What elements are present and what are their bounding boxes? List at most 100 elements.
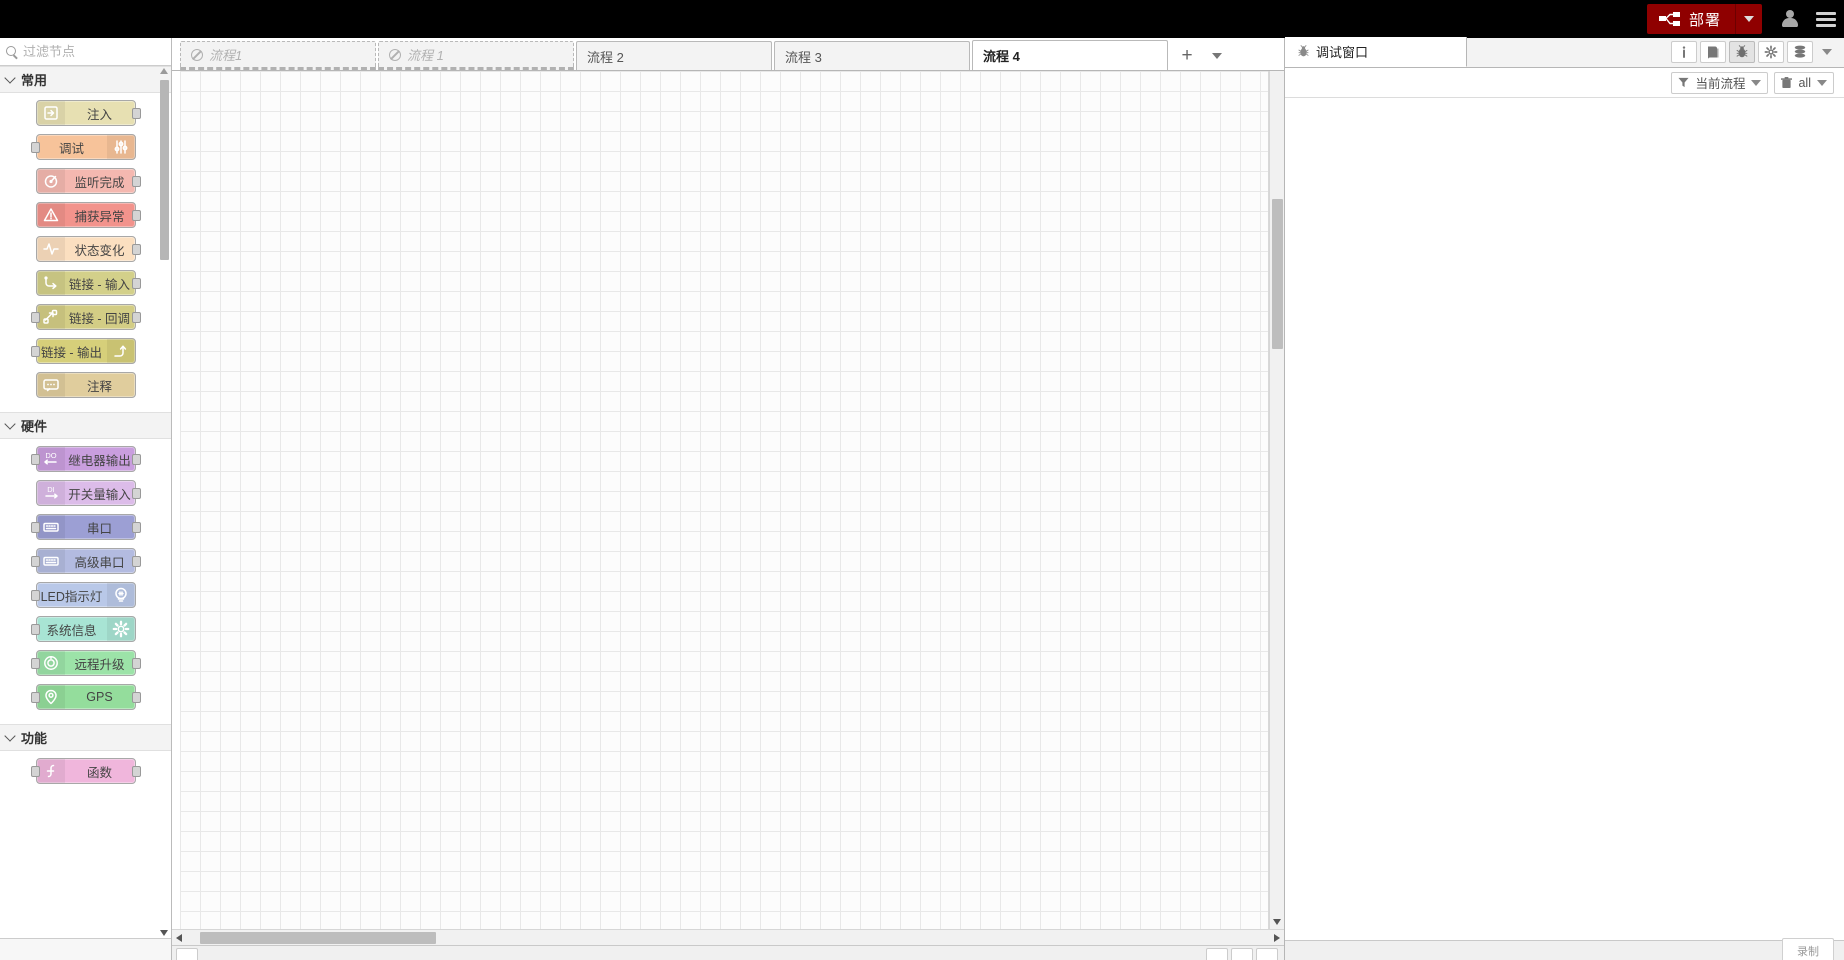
link-call-icon	[36, 305, 65, 329]
scroll-right-icon[interactable]	[1274, 933, 1280, 942]
palette-category-header[interactable]: 硬件	[0, 412, 171, 439]
palette-node-label: 链接 - 输出	[40, 345, 103, 360]
canvas-horizontal-scrollbar[interactable]	[172, 929, 1284, 945]
palette-node[interactable]: 状态变化	[35, 236, 141, 262]
scroll-down-icon[interactable]	[160, 930, 168, 936]
user-menu-button[interactable]	[1772, 0, 1808, 38]
navigator-toggle-button[interactable]	[176, 948, 198, 960]
function-icon	[36, 759, 65, 783]
deploy-button[interactable]: 部署	[1646, 4, 1762, 34]
flow-tab[interactable]: 流程1	[180, 41, 376, 70]
canvas-vscroll-thumb[interactable]	[1272, 199, 1283, 349]
debug-message-list[interactable]	[1285, 99, 1844, 940]
add-flow-button[interactable]: +	[1170, 41, 1204, 70]
flow-tab-label: 流程 3	[785, 49, 822, 65]
palette-node[interactable]: 链接 - 输入	[35, 270, 141, 296]
canvas-hscroll-thumb[interactable]	[200, 931, 436, 944]
deploy-main-action[interactable]: 部署	[1647, 4, 1736, 34]
node-input-port[interactable]	[30, 624, 40, 635]
flow-tab[interactable]: 流程 2	[576, 41, 772, 70]
node-input-port[interactable]	[30, 522, 40, 533]
node-input-port[interactable]	[30, 142, 40, 153]
zoom-out-button[interactable]	[1206, 948, 1228, 960]
scroll-up-icon[interactable]	[160, 68, 168, 74]
flow-tab[interactable]: 流程 4	[972, 40, 1168, 70]
node-output-port[interactable]	[131, 522, 141, 533]
node-input-port[interactable]	[30, 692, 40, 703]
debug-scope-selector[interactable]: 当前流程	[1671, 71, 1769, 94]
context-data-button[interactable]	[1787, 41, 1813, 63]
palette-node[interactable]: 高级串口	[30, 548, 141, 574]
palette-node[interactable]: 监听完成	[35, 168, 141, 194]
palette-category-header[interactable]: 功能	[0, 724, 171, 751]
node-output-port[interactable]	[131, 454, 141, 465]
node-output-port[interactable]	[131, 766, 141, 777]
palette-node[interactable]: DI 开关量输入	[35, 480, 141, 506]
palette-node[interactable]: 系统信息	[30, 616, 136, 642]
palette-category-label: 功能	[21, 731, 48, 746]
node-output-port[interactable]	[131, 556, 141, 567]
chevron-down-icon	[4, 418, 16, 430]
canvas-hscroll-track[interactable]	[182, 931, 1274, 944]
palette-node[interactable]: 注释	[35, 372, 136, 398]
palette-node[interactable]: 捕获异常	[35, 202, 141, 228]
canvas-container	[172, 71, 1284, 960]
node-output-port[interactable]	[131, 244, 141, 255]
node-output-port[interactable]	[131, 692, 141, 703]
node-input-port[interactable]	[30, 312, 40, 323]
deploy-label: 部署	[1688, 11, 1721, 29]
flow-tab-label: 流程 4	[983, 49, 1020, 64]
flow-canvas[interactable]	[180, 71, 1269, 929]
node-output-port[interactable]	[131, 658, 141, 669]
palette-node[interactable]: 注入	[35, 100, 141, 126]
palette-node[interactable]: 链接 - 回调	[30, 304, 141, 330]
inject-icon	[36, 101, 65, 125]
zoom-in-button[interactable]	[1256, 948, 1278, 960]
palette-category-body: 注入调试监听完成捕获异常状态变化链接 - 输入 链接 - 回调链接 - 输出注释	[0, 93, 171, 412]
config-gear-button[interactable]	[1758, 41, 1784, 63]
node-output-port[interactable]	[131, 210, 141, 221]
sidebar-expand-button[interactable]	[1816, 41, 1838, 63]
node-input-port[interactable]	[30, 556, 40, 567]
node-output-port[interactable]	[131, 176, 141, 187]
palette-node[interactable]: DO 继电器输出	[30, 446, 141, 472]
deploy-icon	[1658, 11, 1681, 27]
recording-tab[interactable]: 录制	[1782, 938, 1834, 960]
scroll-down-icon[interactable]	[1273, 919, 1281, 925]
palette-node[interactable]: 链接 - 输出	[30, 338, 136, 364]
debug-bug-button[interactable]	[1729, 41, 1755, 63]
help-book-button[interactable]	[1700, 41, 1726, 63]
zoom-reset-button[interactable]	[1231, 948, 1253, 960]
node-output-port[interactable]	[131, 312, 141, 323]
palette-scrollbar[interactable]	[160, 68, 169, 936]
flow-tab[interactable]: 流程 1	[378, 41, 574, 70]
main-menu-button[interactable]	[1808, 0, 1844, 38]
node-input-port[interactable]	[30, 454, 40, 465]
node-input-port[interactable]	[30, 766, 40, 777]
node-output-port[interactable]	[131, 278, 141, 289]
debug-clear-selector[interactable]: all	[1774, 71, 1834, 94]
palette-node[interactable]: 串口	[30, 514, 141, 540]
node-input-port[interactable]	[30, 590, 40, 601]
palette-scroll-thumb[interactable]	[160, 80, 169, 260]
node-output-port[interactable]	[131, 108, 141, 119]
info-button[interactable]	[1671, 41, 1697, 63]
flow-tab[interactable]: 流程 3	[774, 41, 970, 70]
tab-debug-window[interactable]: 调试窗口	[1285, 37, 1467, 67]
palette-node[interactable]: 函数	[30, 758, 141, 784]
palette-node[interactable]: LED指示灯	[30, 582, 136, 608]
canvas-vertical-scrollbar[interactable]	[1269, 71, 1284, 929]
palette-node-label: 高级串口	[74, 555, 125, 570]
deploy-dropdown-toggle[interactable]	[1736, 4, 1762, 34]
flow-list-menu-button[interactable]	[1204, 41, 1230, 70]
palette-node[interactable]: 调试	[30, 134, 136, 160]
node-palette: 常用注入调试监听完成捕获异常状态变化链接 - 输入链接 - 回调链接 - 输出注…	[0, 38, 199, 960]
node-output-port[interactable]	[131, 488, 141, 499]
node-input-port[interactable]	[30, 346, 40, 357]
serial-adv-icon	[36, 549, 65, 573]
upgrade-icon	[36, 651, 65, 675]
palette-node[interactable]: GPS	[30, 684, 141, 710]
palette-node[interactable]: 远程升级	[30, 650, 141, 676]
palette-category-header[interactable]: 常用	[0, 66, 171, 93]
node-input-port[interactable]	[30, 658, 40, 669]
